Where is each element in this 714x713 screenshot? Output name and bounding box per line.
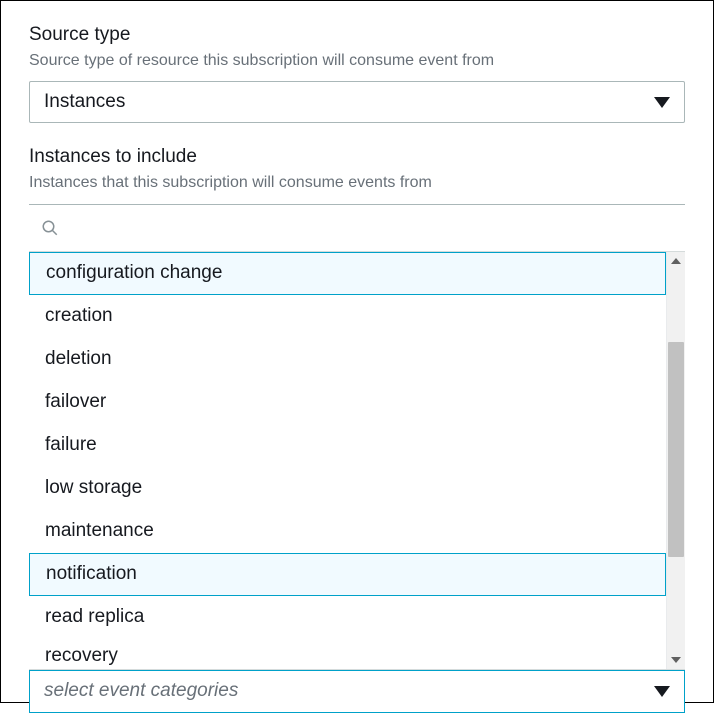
options-list: configuration changecreationdeletionfail… <box>29 252 666 669</box>
search-input-container[interactable] <box>29 204 685 252</box>
option-item[interactable]: configuration change <box>29 252 666 295</box>
source-type-section: Source type Source type of resource this… <box>29 23 685 123</box>
option-item[interactable]: creation <box>29 295 666 338</box>
option-item[interactable]: read replica <box>29 596 666 639</box>
option-item[interactable]: failure <box>29 424 666 467</box>
instances-include-section: Instances to include Instances that this… <box>29 145 685 712</box>
option-item[interactable]: notification <box>29 553 666 596</box>
instances-include-helper: Instances that this subscription will co… <box>29 172 685 194</box>
option-item[interactable]: maintenance <box>29 510 666 553</box>
search-input[interactable] <box>69 217 673 238</box>
caret-down-icon <box>654 686 670 697</box>
option-item[interactable]: failover <box>29 381 666 424</box>
event-categories-select[interactable]: select event categories <box>29 670 685 713</box>
scroll-up-button[interactable] <box>667 252 685 270</box>
option-item[interactable]: recovery <box>29 639 666 669</box>
search-icon <box>41 219 59 237</box>
source-type-helper: Source type of resource this subscriptio… <box>29 50 685 72</box>
scroll-down-button[interactable] <box>667 651 685 669</box>
scrollbar[interactable] <box>666 252 685 669</box>
scrollbar-track[interactable] <box>667 270 685 651</box>
option-item[interactable]: low storage <box>29 467 666 510</box>
event-categories-placeholder: select event categories <box>44 680 238 702</box>
source-type-value: Instances <box>44 91 125 113</box>
source-type-label: Source type <box>29 23 685 48</box>
option-item[interactable]: deletion <box>29 338 666 381</box>
chevron-down-icon <box>671 657 681 663</box>
chevron-up-icon <box>671 258 681 264</box>
scrollbar-thumb[interactable] <box>668 342 684 557</box>
caret-down-icon <box>654 97 670 108</box>
options-dropdown: configuration changecreationdeletionfail… <box>29 252 685 670</box>
instances-include-label: Instances to include <box>29 145 685 170</box>
source-type-select[interactable]: Instances <box>29 81 685 123</box>
